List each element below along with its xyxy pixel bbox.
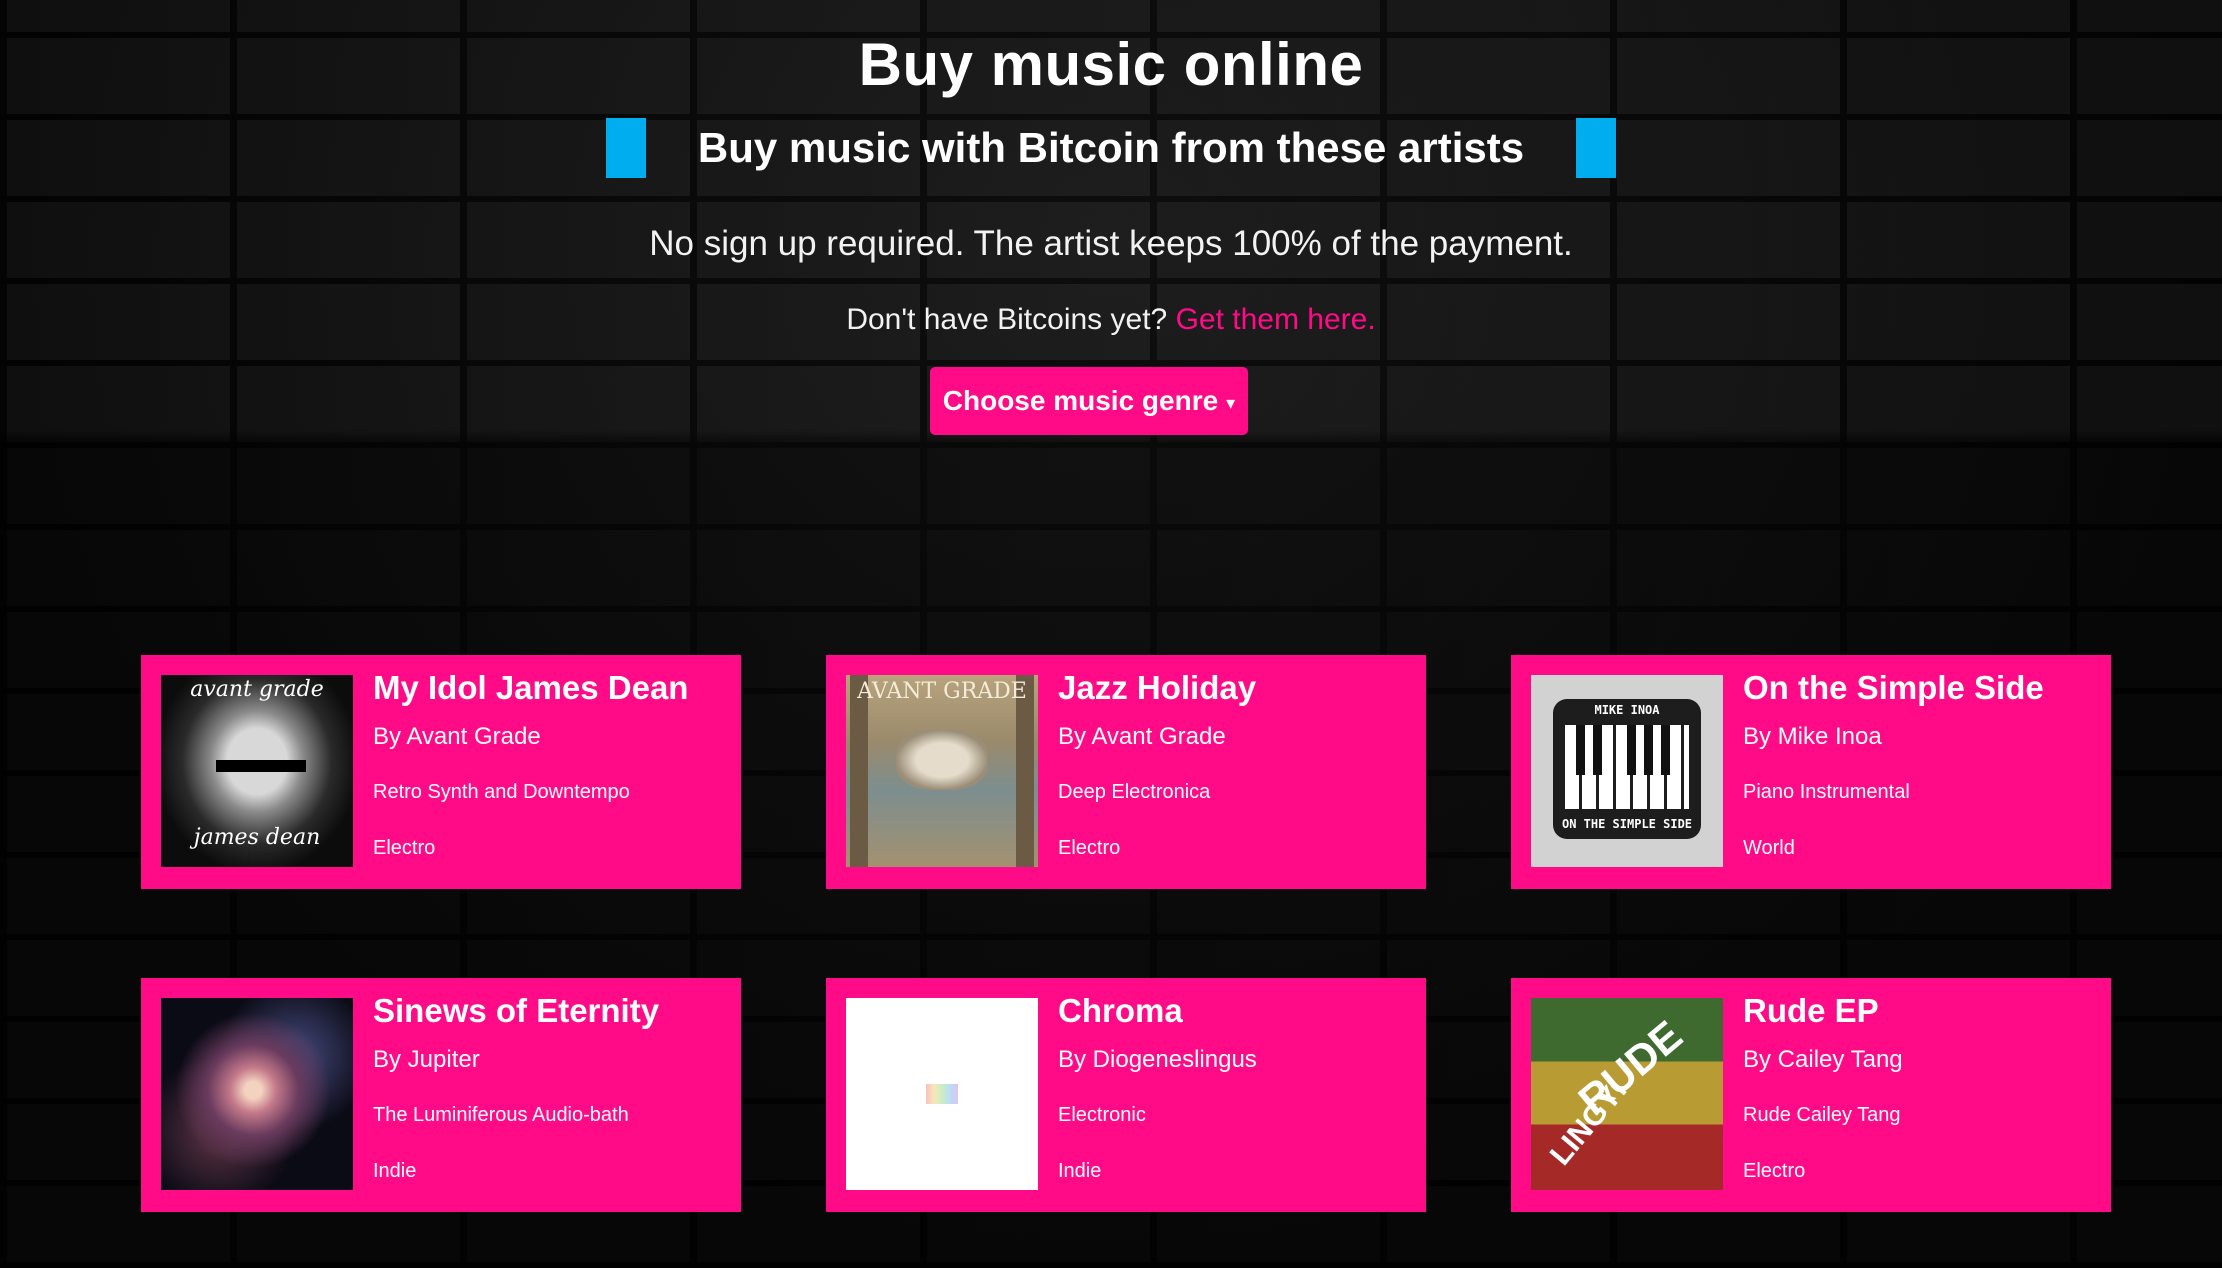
album-artist: By Mike Inoa <box>1743 723 1882 750</box>
album-artist: By Diogeneslingus <box>1058 1046 1257 1073</box>
cover-eye-bar <box>216 760 306 772</box>
album-card-my-idol-james-dean[interactable]: avant grade james dean My Idol James Dea… <box>141 655 741 889</box>
bitcoin-prompt-text: Don't have Bitcoins yet? <box>846 303 1168 336</box>
album-card-jazz-holiday[interactable]: AVANT GRADE Jazz Holiday By Avant Grade … <box>826 655 1426 889</box>
cover-text-bottom: ON THE SIMPLE SIDE <box>1561 817 1693 831</box>
album-genre: Electro <box>1743 1160 1806 1182</box>
album-name: Deep Electronica <box>1058 781 1211 803</box>
get-bitcoins-link[interactable]: Get them here. <box>1176 303 1376 336</box>
cover-text-bottom: james dean <box>193 825 321 850</box>
bitcoin-prompt-line: Don't have Bitcoins yet? Get them here. <box>0 303 2222 337</box>
album-name: Piano Instrumental <box>1743 781 1910 803</box>
album-card-chroma[interactable]: Chroma By Diogeneslingus Electronic Indi… <box>826 978 1426 1212</box>
choose-genre-label: Choose music genre <box>942 385 1219 416</box>
cover-face <box>896 730 988 790</box>
album-title[interactable]: Jazz Holiday <box>1058 669 1256 707</box>
album-title[interactable]: Sinews of Eternity <box>373 992 659 1030</box>
album-genre: World <box>1743 837 1795 859</box>
album-cover-image: AVANT GRADE <box>846 675 1038 867</box>
album-card-on-the-simple-side[interactable]: MIKE INOA ON THE SIMPLE SIDE On the Simp… <box>1511 655 2111 889</box>
page-subtitle: Buy music with Bitcoin from these artist… <box>697 124 1525 171</box>
album-cover-image <box>846 998 1038 1190</box>
album-name: The Luminiferous Audio-bath <box>373 1104 629 1126</box>
album-genre: Indie <box>1058 1160 1102 1182</box>
album-cover-image: RUDE LINGYI <box>1531 998 1723 1190</box>
album-artist: By Avant Grade <box>373 723 541 750</box>
album-artist: By Jupiter <box>373 1046 480 1073</box>
album-cover-image: avant grade james dean <box>161 675 353 867</box>
cover-spectrum <box>926 1084 958 1104</box>
cover-black-key <box>1576 725 1585 775</box>
album-title[interactable]: Chroma <box>1058 992 1183 1030</box>
album-cover-image <box>161 998 353 1190</box>
album-title[interactable]: On the Simple Side <box>1743 669 2044 707</box>
album-genre: Indie <box>373 1160 417 1182</box>
tagline: No sign up required. The artist keeps 10… <box>649 224 1573 263</box>
left-accent-bar <box>605 118 646 178</box>
album-genre: Electro <box>1058 837 1121 859</box>
cover-black-key <box>1644 725 1653 775</box>
choose-genre-button[interactable]: Choose music genre ▾ <box>930 367 1248 435</box>
cover-black-key <box>1627 725 1636 775</box>
caret-down-icon: ▾ <box>1226 392 1236 413</box>
album-name: Rude Cailey Tang <box>1743 1104 1901 1126</box>
cover-text: AVANT GRADE <box>857 679 1027 704</box>
cover-black-key <box>1661 725 1670 775</box>
subtitle-row: Buy music with Bitcoin from these artist… <box>0 118 2222 178</box>
right-accent-bar <box>1576 118 1617 178</box>
album-card-sinews-of-eternity[interactable]: Sinews of Eternity By Jupiter The Lumini… <box>141 978 741 1212</box>
cover-text-top: MIKE INOA <box>1594 703 1660 717</box>
cover-black-key <box>1593 725 1602 775</box>
album-title[interactable]: Rude EP <box>1743 992 1879 1030</box>
album-name: Retro Synth and Downtempo <box>373 781 630 803</box>
album-artist: By Cailey Tang <box>1743 1046 1903 1073</box>
album-name: Electronic <box>1058 1104 1146 1126</box>
album-title[interactable]: My Idol James Dean <box>373 669 688 707</box>
page-title: Buy music online <box>858 31 1364 98</box>
cover-text-top: avant grade <box>190 677 324 702</box>
album-artist: By Avant Grade <box>1058 723 1226 750</box>
album-genre: Electro <box>373 837 436 859</box>
album-card-rude-ep[interactable]: RUDE LINGYI Rude EP By Cailey Tang Rude … <box>1511 978 2111 1212</box>
album-cover-image: MIKE INOA ON THE SIMPLE SIDE <box>1531 675 1723 867</box>
